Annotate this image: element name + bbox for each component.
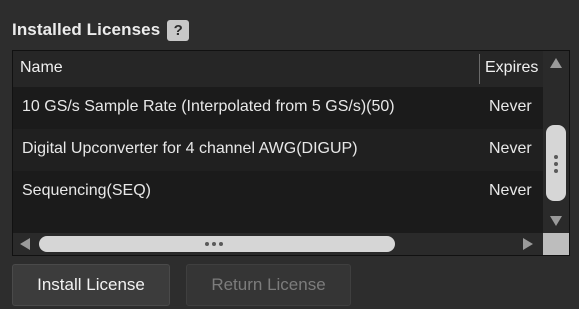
grip-dot [554,162,558,166]
table-header: Name Expires [13,51,543,87]
table-row[interactable]: 10 GS/s Sample Rate (Interpolated from 5… [13,87,543,129]
help-icon[interactable]: ? [167,19,190,41]
horizontal-scrollbar[interactable] [13,233,543,255]
column-resize-handle[interactable] [479,54,480,84]
license-name: Sequencing(SEQ) [22,182,151,199]
license-expires: Never [489,182,532,199]
column-header-name[interactable]: Name [20,59,63,77]
triangle-up-icon [550,58,562,68]
grip-dot [219,242,223,246]
install-license-button[interactable]: Install License [12,264,170,306]
panel-header: Installed Licenses ? [12,18,190,42]
license-expires: Never [489,98,532,115]
page-title: Installed Licenses [12,20,161,39]
scroll-up-button[interactable] [546,53,566,73]
license-name: Digital Upconverter for 4 channel AWG(DI… [22,140,358,157]
grip-dot [212,242,216,246]
table-row[interactable]: Sequencing(SEQ) Never [13,171,543,213]
triangle-down-icon [550,216,562,226]
licenses-panel: Installed Licenses ? Name Expires 10 GS/… [0,0,579,309]
scrollbar-corner [543,233,569,255]
triangle-right-icon [523,238,533,250]
license-name: 10 GS/s Sample Rate (Interpolated from 5… [22,98,395,115]
triangle-left-icon [20,238,30,250]
scroll-down-button[interactable] [546,211,566,231]
horizontal-scroll-thumb[interactable] [39,236,395,252]
grip-dot [205,242,209,246]
vertical-scroll-thumb[interactable] [546,125,566,201]
return-license-button[interactable]: Return License [186,264,351,306]
column-header-expires[interactable]: Expires [485,59,543,77]
grip-dot [554,169,558,173]
table-row[interactable]: Digital Upconverter for 4 channel AWG(DI… [13,129,543,171]
licenses-table: Name Expires 10 GS/s Sample Rate (Interp… [12,50,570,256]
grip-dot [554,155,558,159]
license-expires: Never [489,140,532,157]
scroll-left-button[interactable] [16,235,36,253]
scroll-right-button[interactable] [517,235,537,253]
vertical-scrollbar[interactable] [543,51,569,233]
